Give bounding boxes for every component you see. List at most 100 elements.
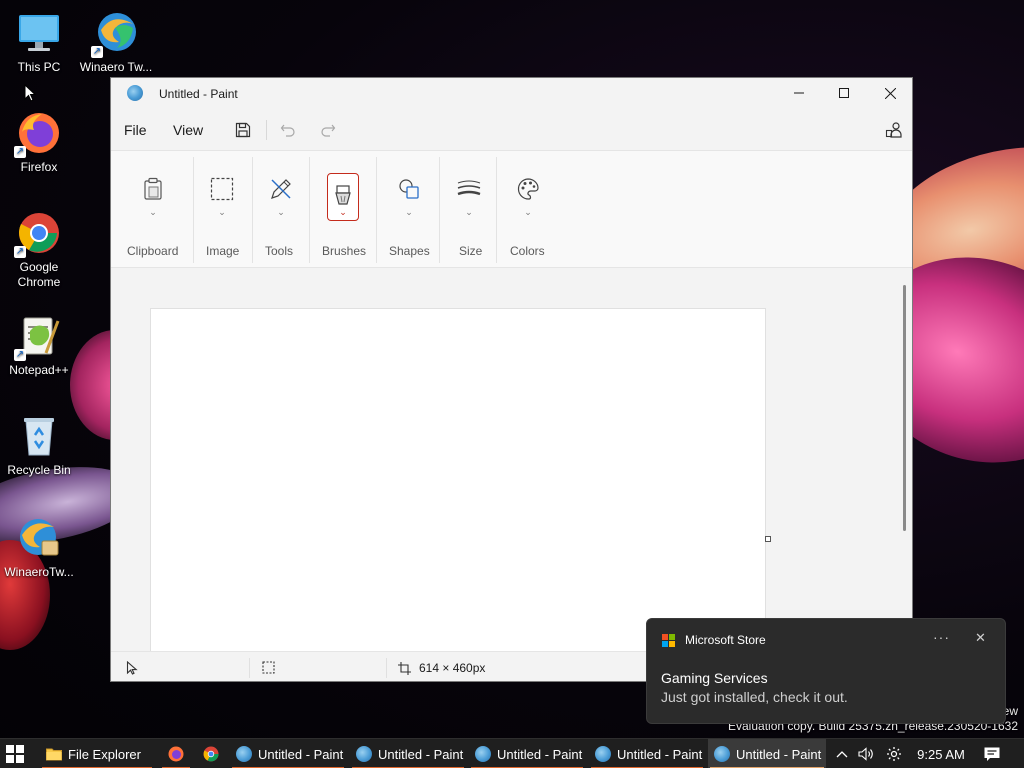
desktop-icon-label: Firefox: [20, 160, 58, 174]
paint-icon: [356, 746, 372, 762]
desktop-icon-notepadpp[interactable]: ↗ Notepad++: [2, 313, 76, 378]
taskbar-item-paint-3[interactable]: Untitled - Paint: [469, 739, 585, 768]
ribbon-divider: [496, 157, 497, 263]
window-title: Untitled - Paint: [159, 87, 238, 101]
close-button[interactable]: [867, 78, 912, 108]
desktop-icon-label: Winaero Tw...: [79, 60, 153, 74]
ribbon-label-tools: Tools: [265, 244, 294, 258]
desktop-icon-firefox[interactable]: ↗ Firefox: [2, 110, 76, 175]
computer-icon: [16, 10, 62, 56]
ribbon-label-size: Size: [459, 244, 483, 258]
redo-icon: [321, 124, 336, 137]
drawing-canvas[interactable]: [150, 308, 766, 652]
start-button[interactable]: [6, 745, 24, 763]
ribbon-group-shapes[interactable]: ⌄ Shapes: [389, 151, 430, 269]
chevron-down-icon: ⌄: [149, 207, 157, 217]
chevron-up-icon: [836, 751, 848, 758]
status-divider: [249, 658, 250, 678]
speaker-icon: [858, 747, 873, 761]
canvas-area: [111, 269, 912, 652]
redo-button[interactable]: [318, 120, 338, 140]
minimize-button[interactable]: [776, 78, 822, 108]
select-rectangle-icon: [206, 173, 238, 205]
clipboard-icon: [137, 173, 169, 205]
chevron-down-icon: ⌄: [277, 207, 285, 217]
desktop-icon-label: This PC: [17, 60, 61, 74]
desktop-icon-label: Recycle Bin: [7, 463, 71, 477]
chrome-icon: ↗: [14, 210, 62, 258]
shortcut-arrow-icon: ↗: [14, 246, 26, 258]
vertical-scrollbar[interactable]: [903, 285, 906, 531]
chrome-icon: [203, 746, 219, 762]
canvas-size: 614 × 460px: [398, 661, 485, 675]
paint-icon: [236, 746, 252, 762]
volume-button[interactable]: [855, 739, 877, 768]
save-button[interactable]: [233, 120, 253, 140]
save-icon: [235, 122, 251, 138]
ribbon-divider: [252, 157, 253, 263]
taskbar-item-firefox[interactable]: [160, 739, 192, 768]
taskbar-item-paint-1[interactable]: Untitled - Paint: [230, 739, 346, 768]
taskbar-item-paint-5-active[interactable]: Untitled - Paint: [708, 739, 826, 768]
windows-logo-icon: [6, 745, 14, 753]
ribbon-group-tools[interactable]: ⌄ Tools: [265, 151, 297, 269]
menu-file[interactable]: File: [124, 122, 147, 138]
paint-window: Untitled - Paint File View ⌄ Clipboard ⌄…: [110, 77, 913, 682]
gear-icon: [887, 747, 901, 761]
firefox-icon: ↗: [14, 110, 62, 158]
firefox-icon: [168, 746, 184, 762]
taskbar: File Explorer Untitled - Paint Untitled …: [0, 738, 1024, 768]
ribbon-label-colors: Colors: [510, 244, 545, 258]
chevron-down-icon: ⌄: [524, 207, 532, 217]
notification-toast[interactable]: Microsoft Store ··· ✕ Gaming Services Ju…: [646, 618, 1006, 724]
action-center-button[interactable]: [980, 739, 1004, 768]
taskbar-item-label: Untitled - Paint: [497, 746, 583, 762]
maximize-icon: [839, 88, 849, 98]
account-button[interactable]: [884, 120, 904, 140]
desktop-icon-google-chrome[interactable]: ↗ Google Chrome: [2, 210, 76, 290]
show-hidden-icons-button[interactable]: [832, 739, 852, 768]
taskbar-item-label: Untitled - Paint: [617, 746, 703, 762]
cursor-position: [126, 661, 138, 675]
chevron-down-icon: ⌄: [339, 207, 347, 217]
selection-icon: [262, 661, 275, 674]
ribbon-group-brushes[interactable]: ⌄ Brushes: [319, 151, 367, 269]
ribbon-label-image: Image: [206, 244, 240, 258]
menu-divider: [266, 120, 267, 140]
settings-button[interactable]: [884, 739, 904, 768]
maximize-button[interactable]: [821, 78, 867, 108]
close-icon: [884, 87, 896, 99]
desktop-icon-winaero[interactable]: ↗ Winaero Tw...: [79, 10, 153, 75]
ribbon-group-colors[interactable]: ⌄ Colors: [510, 151, 550, 269]
notepadpp-icon: ↗: [14, 313, 62, 361]
desktop-icon-recycle-bin[interactable]: Recycle Bin: [2, 413, 76, 478]
undo-icon: [280, 124, 295, 137]
desktop-icon-label: WinaeroTw...: [4, 565, 74, 579]
ribbon-group-clipboard[interactable]: ⌄ Clipboard: [125, 151, 181, 269]
ribbon-divider: [376, 157, 377, 263]
folder-icon: [46, 748, 62, 761]
toast-more-button[interactable]: ···: [933, 629, 950, 645]
microsoft-store-icon: [662, 634, 675, 647]
taskbar-item-file-explorer[interactable]: File Explorer: [40, 739, 154, 768]
ribbon-group-size[interactable]: ⌄ Size: [453, 151, 485, 269]
undo-button[interactable]: [278, 120, 298, 140]
clock[interactable]: 9:25 AM: [910, 739, 972, 768]
shortcut-arrow-icon: ↗: [91, 46, 103, 58]
title-bar[interactable]: Untitled - Paint: [111, 78, 912, 110]
desktop-icon-winaero-tweaker[interactable]: WinaeroTw...: [2, 515, 76, 580]
taskbar-item-chrome[interactable]: [196, 739, 226, 768]
taskbar-item-label: Untitled - Paint: [258, 746, 344, 762]
toast-close-button[interactable]: ✕: [975, 630, 986, 646]
desktop-icon-this-pc[interactable]: This PC: [2, 10, 76, 75]
taskbar-item-paint-4[interactable]: Untitled - Paint: [589, 739, 705, 768]
ribbon-label-shapes: Shapes: [389, 244, 430, 258]
canvas-size-text: 614 × 460px: [419, 661, 486, 675]
ribbon-group-image[interactable]: ⌄ Image: [206, 151, 240, 269]
chevron-down-icon: ⌄: [465, 207, 473, 217]
selection-size: [262, 661, 275, 674]
canvas-resize-handle[interactable]: [765, 536, 771, 542]
taskbar-item-paint-2[interactable]: Untitled - Paint: [350, 739, 466, 768]
menu-view[interactable]: View: [173, 122, 203, 138]
paint-icon: [595, 746, 611, 762]
